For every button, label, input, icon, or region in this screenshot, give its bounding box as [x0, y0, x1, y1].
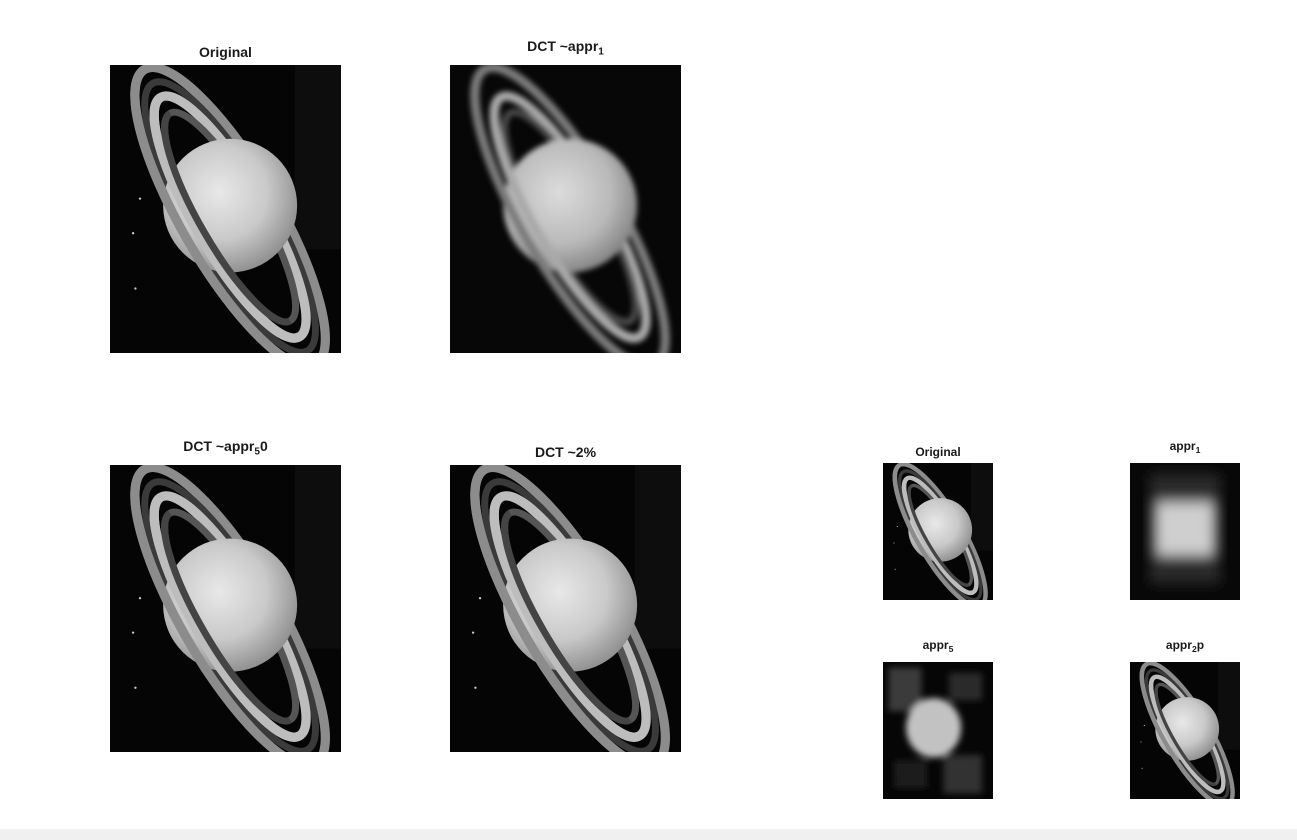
saturn-image — [110, 65, 341, 353]
panel-dct-2pct: DCT ~2% — [450, 440, 681, 752]
panel-title: appr1 — [1169, 439, 1201, 456]
saturn-image — [450, 65, 681, 353]
panel-title: DCT ~appr50 — [183, 438, 268, 458]
panel-dct-appr1: DCT ~appr1 — [450, 38, 681, 353]
panel-title: appr5 — [922, 638, 954, 655]
panel-title: DCT ~2% — [534, 444, 597, 460]
panel-small-original: Original — [883, 443, 993, 600]
saturn-image — [450, 465, 681, 752]
saturn-picture — [450, 65, 681, 353]
saturn-image — [883, 463, 993, 600]
saturn-picture — [883, 662, 993, 799]
panel-small-appr2p: appr2p — [1130, 638, 1240, 799]
saturn-picture — [110, 65, 341, 353]
saturn-picture — [883, 463, 993, 600]
panel-small-appr1: appr1 — [1130, 439, 1240, 600]
panel-small-appr5: appr5 — [883, 638, 993, 799]
panel-dct-appr50: DCT ~appr50 — [110, 438, 341, 752]
saturn-picture — [1130, 463, 1240, 600]
saturn-picture — [1130, 662, 1240, 799]
panel-title: Original — [915, 445, 961, 459]
saturn-image — [1130, 463, 1240, 600]
saturn-image — [110, 465, 341, 752]
saturn-picture — [110, 465, 341, 752]
saturn-image — [1130, 662, 1240, 799]
panel-title: appr2p — [1165, 638, 1205, 655]
panel-title: Original — [199, 44, 252, 60]
panel-title: DCT ~appr1 — [527, 38, 604, 58]
window-footer-bar — [0, 829, 1297, 840]
panel-original: Original — [110, 40, 341, 353]
saturn-image — [883, 662, 993, 799]
saturn-picture — [450, 465, 681, 752]
